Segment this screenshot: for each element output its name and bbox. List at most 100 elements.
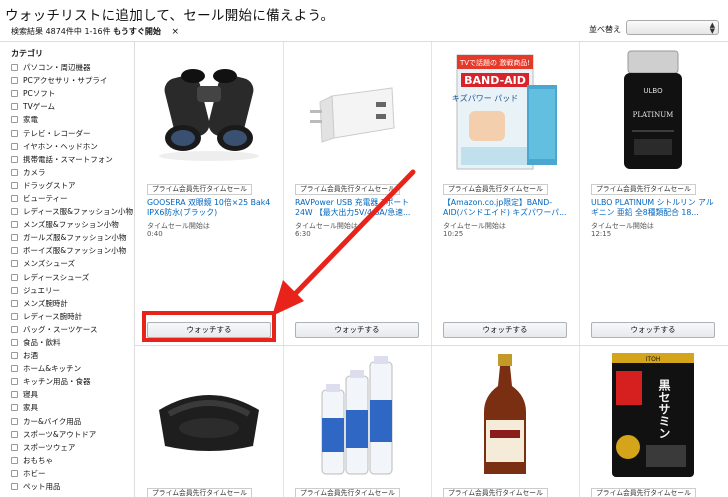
category-checkbox[interactable] <box>11 103 18 111</box>
clear-filter-icon[interactable]: × <box>171 27 179 37</box>
product-image[interactable] <box>283 46 431 176</box>
sort-dropdown[interactable]: ▲ ▼ <box>626 20 719 35</box>
category-item[interactable]: ホビー <box>11 467 133 480</box>
category-checkbox[interactable] <box>11 430 18 438</box>
category-checkbox[interactable] <box>11 208 18 216</box>
category-item[interactable]: レディース服&ファッション小物 <box>11 205 133 218</box>
category-checkbox[interactable] <box>11 77 18 85</box>
category-checkbox[interactable] <box>11 299 18 307</box>
category-label: 寝具 <box>23 390 38 400</box>
category-label: カメラ <box>23 167 46 177</box>
category-item[interactable]: メンズ腕時計 <box>11 297 133 310</box>
category-item[interactable]: パソコン・周辺機器 <box>11 61 133 74</box>
category-checkbox[interactable] <box>11 116 18 124</box>
category-label: スポーツウェア <box>23 442 76 452</box>
category-item[interactable]: 携帯電話・スマートフォン <box>11 153 133 166</box>
product-image[interactable] <box>135 350 283 480</box>
category-checkbox[interactable] <box>11 234 18 242</box>
product-image[interactable] <box>431 350 579 480</box>
category-item[interactable]: 家具 <box>11 401 133 414</box>
category-item[interactable]: PCソフト <box>11 87 133 100</box>
category-label: キッチン用品・食器 <box>23 377 91 387</box>
category-item[interactable]: カー&バイク用品 <box>11 415 133 428</box>
category-checkbox[interactable] <box>11 129 18 137</box>
category-item[interactable]: 家電 <box>11 113 133 126</box>
category-checkbox[interactable] <box>11 378 18 386</box>
product-card: TVで話題の 激戦商品! BAND-AID キズパワー パッド プライム会員先行… <box>431 46 579 346</box>
category-item[interactable]: TVゲーム <box>11 100 133 113</box>
category-checkbox[interactable] <box>11 260 18 268</box>
category-item[interactable]: キッチン用品・食器 <box>11 375 133 388</box>
category-sidebar: カテゴリ パソコン・周辺機器 PCアクセサリ・サプライ PCソフト TVゲーム 家電 テレ… <box>0 42 135 497</box>
category-item[interactable]: バッグ・スーツケース <box>11 323 133 336</box>
sesamin-product-text: 黒セサミン <box>657 379 671 439</box>
category-checkbox[interactable] <box>11 64 18 72</box>
category-checkbox[interactable] <box>11 221 18 229</box>
category-item[interactable]: イヤホン・ヘッドホン <box>11 140 133 153</box>
category-item[interactable]: 寝具 <box>11 388 133 401</box>
category-label: お酒 <box>23 351 38 361</box>
product-image[interactable]: ULBO PLATINUM <box>579 46 727 176</box>
category-checkbox[interactable] <box>11 194 18 202</box>
category-item[interactable]: カメラ <box>11 166 133 179</box>
product-title-link[interactable]: 【Amazon.co.jp限定】BAND-AID(バンドエイド) キズパワーパ.… <box>443 198 569 218</box>
category-label: メンズシューズ <box>23 259 75 269</box>
category-checkbox[interactable] <box>11 168 18 176</box>
category-checkbox[interactable] <box>11 469 18 477</box>
category-item[interactable]: スポーツウェア <box>11 441 133 454</box>
category-item[interactable]: ホーム&キッチン <box>11 362 133 375</box>
watch-button[interactable]: ウォッチする <box>443 322 567 338</box>
category-item[interactable]: ドラッグストア <box>11 179 133 192</box>
category-item[interactable]: ビューティー <box>11 192 133 205</box>
band-aid-sub-text: キズパワー パッド <box>452 93 519 103</box>
category-checkbox[interactable] <box>11 417 18 425</box>
category-checkbox[interactable] <box>11 456 18 464</box>
category-checkbox[interactable] <box>11 142 18 150</box>
highlight-annotation-box <box>142 311 276 342</box>
category-item[interactable]: ボーイズ服&ファッション小物 <box>11 244 133 257</box>
category-checkbox[interactable] <box>11 312 18 320</box>
category-checkbox[interactable] <box>11 247 18 255</box>
product-title-link[interactable]: GOOSERA 双眼鏡 10倍×25 Bak4 IPX6防水(ブラック) <box>147 198 273 218</box>
category-item[interactable]: メンズ服&ファッション小物 <box>11 218 133 231</box>
category-checkbox[interactable] <box>11 404 18 412</box>
category-label: ドラッグストア <box>23 180 76 190</box>
category-item[interactable]: PCアクセサリ・サプライ <box>11 74 133 87</box>
category-checkbox[interactable] <box>11 181 18 189</box>
watch-button[interactable]: ウォッチする <box>591 322 715 338</box>
product-title-link[interactable]: RAVPower USB 充電器 2ポート 24W 【最大出力5V/4.8A/急… <box>295 198 421 218</box>
category-checkbox[interactable] <box>11 339 18 347</box>
category-checkbox[interactable] <box>11 483 18 491</box>
product-image[interactable]: TVで話題の 激戦商品! BAND-AID キズパワー パッド <box>431 46 579 176</box>
product-card: プライム会員先行タイムセール <box>135 350 283 497</box>
prime-early-sale-badge: プライム会員先行タイムセール <box>591 488 696 497</box>
category-item[interactable]: スポーツ&アウトドア <box>11 428 133 441</box>
category-item[interactable]: ガールズ服&ファッション小物 <box>11 231 133 244</box>
category-checkbox[interactable] <box>11 273 18 281</box>
category-checkbox[interactable] <box>11 325 18 333</box>
product-image[interactable]: ITOH 黒セサミン <box>579 350 727 480</box>
category-item[interactable]: ジュエリー <box>11 284 133 297</box>
category-item[interactable]: お酒 <box>11 349 133 362</box>
category-item[interactable]: メンズシューズ <box>11 257 133 270</box>
category-checkbox[interactable] <box>11 443 18 451</box>
category-label: メンズ腕時計 <box>23 298 68 308</box>
category-checkbox[interactable] <box>11 365 18 373</box>
category-item[interactable]: レディース腕時計 <box>11 310 133 323</box>
category-checkbox[interactable] <box>11 286 18 294</box>
category-label: 家具 <box>23 403 38 413</box>
category-item[interactable]: テレビ・レコーダー <box>11 126 133 139</box>
category-item[interactable]: おもちゃ <box>11 454 133 467</box>
category-checkbox[interactable] <box>11 352 18 360</box>
product-title-link[interactable]: ULBO PLATINUM シトルリン アルギニン 亜鉛 全8種類配合 18..… <box>591 198 717 218</box>
product-image[interactable] <box>135 46 283 176</box>
category-checkbox[interactable] <box>11 155 18 163</box>
category-checkbox[interactable] <box>11 90 18 98</box>
watch-button[interactable]: ウォッチする <box>295 322 419 338</box>
category-item[interactable]: ペット用品 <box>11 480 133 493</box>
category-label: PCアクセサリ・サプライ <box>23 76 108 86</box>
category-checkbox[interactable] <box>11 391 18 399</box>
product-image[interactable] <box>283 350 431 480</box>
category-item[interactable]: 食品・飲料 <box>11 336 133 349</box>
category-item[interactable]: レディースシューズ <box>11 271 133 284</box>
